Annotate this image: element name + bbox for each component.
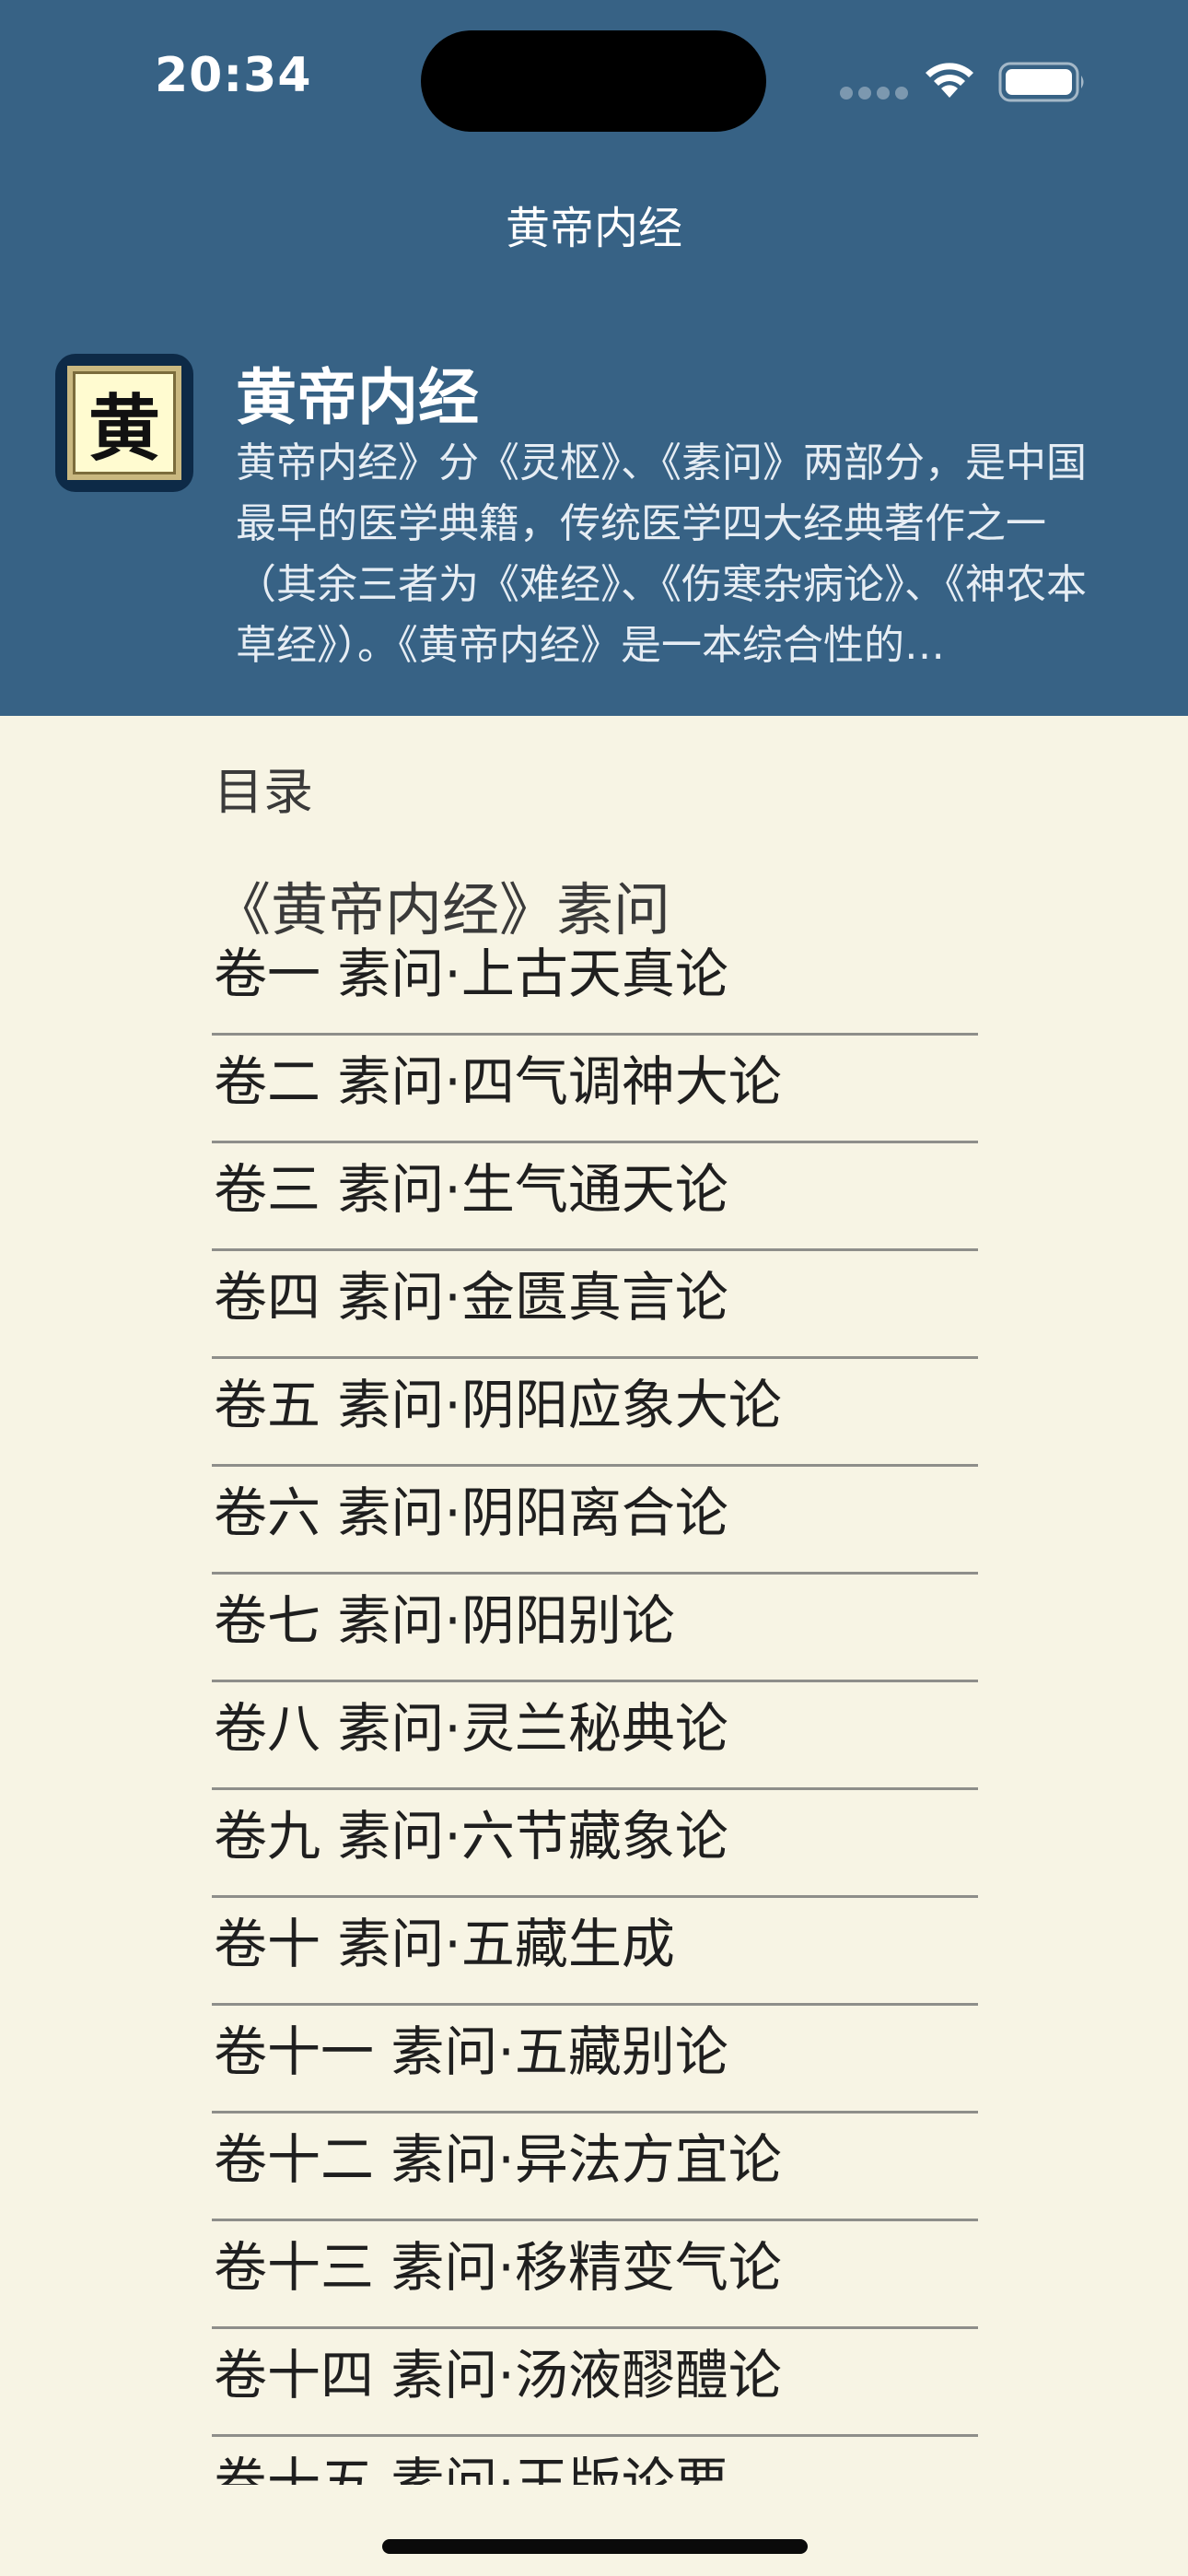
nav-title: 黄帝内经 xyxy=(505,203,682,254)
book-title: 黄帝内经 xyxy=(236,362,479,433)
book-cover-char: 黄 xyxy=(67,366,181,480)
toc-scroll-view[interactable]: 目录 《黄帝内经》素问 卷一 素问·上古天真论 卷二 素问·四气调神大论 卷三 素问… xyxy=(0,716,1188,2485)
chapter-item[interactable]: 卷四 素问·金匮真言论 xyxy=(212,1251,978,1359)
chapter-item[interactable]: 卷八 素问·灵兰秘典论 xyxy=(212,1682,978,1790)
chapter-item[interactable]: 卷三 素问·生气通天论 xyxy=(212,1143,978,1251)
chapter-item[interactable]: 卷十一 素问·五藏别论 xyxy=(212,2006,978,2113)
chapter-item[interactable]: 卷十四 素问·汤液醪醴论 xyxy=(212,2329,978,2437)
chapter-item[interactable]: 卷十三 素问·移精变气论 xyxy=(212,2221,978,2329)
home-indicator[interactable] xyxy=(382,2539,808,2554)
chapter-item[interactable]: 卷二 素问·四气调神大论 xyxy=(212,1036,978,1143)
toc-label: 目录 xyxy=(214,763,313,821)
chapter-item[interactable]: 卷十 素问·五藏生成 xyxy=(212,1898,978,2006)
book-description[interactable]: 黄帝内经》分《灵枢》、《素问》两部分，是中国最早的医学典籍，传统医学四大经典著作… xyxy=(236,433,1111,676)
book-header: 20:34 黄帝内经 黄 黄帝内经 黄帝内经》分《灵枢》、《素问》两部分，是中国… xyxy=(0,0,1188,716)
cellular-signal-icon xyxy=(840,87,908,100)
chapter-item[interactable]: 卷七 素问·阴阳别论 xyxy=(212,1575,978,1682)
wifi-icon xyxy=(926,63,973,98)
chapter-item[interactable]: 卷六 素问·阴阳离合论 xyxy=(212,1467,978,1575)
chapter-item[interactable]: 卷十五 素问·玉版论要 xyxy=(212,2437,978,2485)
chapter-item[interactable]: 卷五 素问·阴阳应象大论 xyxy=(212,1359,978,1467)
dynamic-island xyxy=(421,30,766,132)
battery-icon xyxy=(998,62,1084,102)
book-cover-icon: 黄 xyxy=(55,354,193,492)
status-time: 20:34 xyxy=(155,48,312,103)
chapter-item[interactable]: 卷九 素问·六节藏象论 xyxy=(212,1790,978,1898)
chapter-list: 卷一 素问·上古天真论 卷二 素问·四气调神大论 卷三 素问·生气通天论 卷四 素问·… xyxy=(212,928,978,2485)
chapter-item[interactable]: 卷一 素问·上古天真论 xyxy=(212,928,978,1036)
chapter-item[interactable]: 卷十二 素问·异法方宜论 xyxy=(212,2113,978,2221)
